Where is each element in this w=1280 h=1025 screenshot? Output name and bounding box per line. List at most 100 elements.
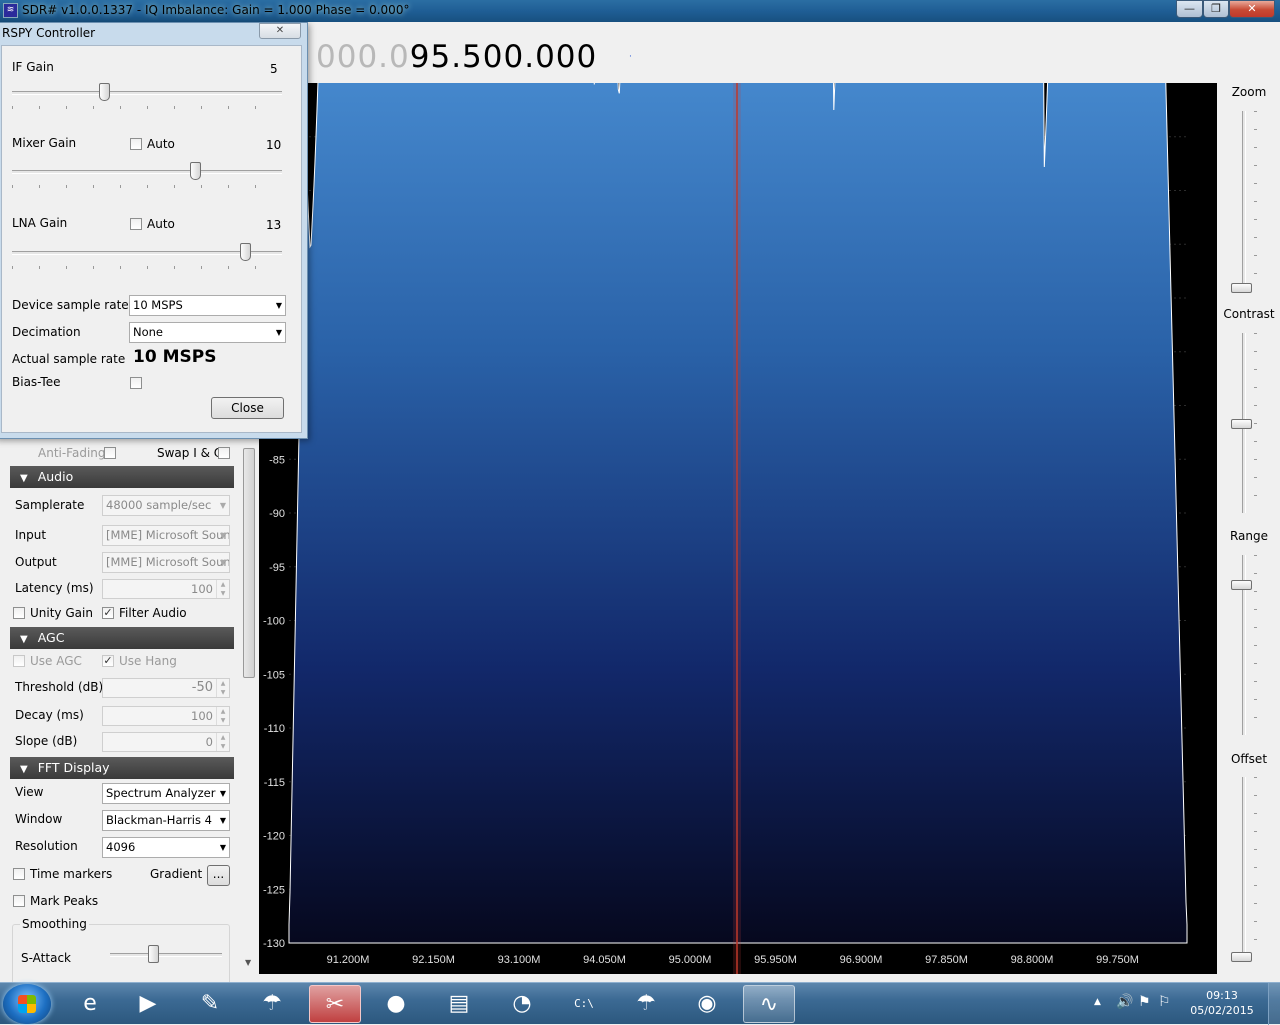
lna-gain-value: 13 [266, 218, 282, 232]
latency-input[interactable]: 100 ▲ ▼ [102, 579, 230, 599]
y-tick-label: -100 [263, 616, 285, 628]
output-device-select[interactable]: [MME] Microsoft Soun ▼ [102, 552, 230, 573]
sdrsharp-icon[interactable]: ∿ [743, 985, 795, 1023]
rspy-close-x-button[interactable]: ✕ [259, 23, 301, 39]
contrast-slider-ticks [1254, 333, 1257, 513]
y-tick-label: -90 [269, 508, 285, 520]
internet-explorer-icon[interactable]: e [64, 985, 116, 1023]
sdr-tool-icon[interactable]: ☂ [246, 985, 298, 1023]
if-gain-slider-track[interactable] [12, 91, 282, 95]
y-tick-label: -120 [263, 831, 285, 843]
paint-icon[interactable]: ✎ [184, 985, 236, 1023]
spinner-arrows-icon[interactable]: ▲ ▼ [216, 733, 229, 751]
window-label: Window [15, 812, 63, 826]
time-markers-checkbox[interactable] [13, 868, 25, 880]
samplerate-select[interactable]: 48000 sample/sec ▼ [102, 495, 230, 516]
use-agc-checkbox[interactable] [13, 655, 25, 667]
flag-icon[interactable]: ⚐ [1158, 994, 1171, 1010]
file-explorer-icon[interactable]: ▤ [433, 985, 485, 1023]
s-attack-slider-track[interactable] [110, 953, 222, 957]
offset-slider-track[interactable] [1242, 777, 1246, 957]
contrast-label: Contrast [1223, 307, 1275, 321]
slope-input[interactable]: 0 ▲ ▼ [102, 732, 230, 752]
agc-section-header[interactable]: ▼ AGC [10, 627, 234, 649]
clock-time: 09:13 [1206, 989, 1238, 1002]
audio-header-label: Audio [37, 469, 74, 484]
decimation-select[interactable]: None ▼ [129, 322, 286, 343]
mark-peaks-checkbox[interactable] [13, 895, 25, 907]
s-attack-slider-thumb[interactable] [148, 945, 159, 963]
frequency-dot-marker: · [629, 52, 632, 62]
tray-expand-icon[interactable]: ▲ [1094, 997, 1101, 1007]
dvd-icon[interactable]: ◉ [681, 985, 733, 1023]
mixer-auto-checkbox[interactable] [130, 138, 142, 150]
input-device-select[interactable]: [MME] Microsoft Soun ▼ [102, 525, 230, 546]
x-tick-label: 98.800M [1011, 954, 1054, 966]
system-clock[interactable]: 09:13 05/02/2015 [1183, 988, 1261, 1018]
audio-section-header[interactable]: ▼ Audio [10, 466, 234, 488]
collapse-triangle-icon: ▼ [20, 764, 28, 775]
y-tick-label: -85 [269, 454, 285, 466]
decay-input[interactable]: 100 ▲ ▼ [102, 706, 230, 726]
zoom-slider-track[interactable] [1242, 111, 1246, 291]
spinner-arrows-icon[interactable]: ▲ ▼ [216, 679, 229, 697]
device-sample-rate-select[interactable]: 10 MSPS ▼ [129, 295, 286, 316]
anti-fading-label: Anti-Fading [38, 446, 106, 460]
command-prompt-icon[interactable]: C:\ [558, 985, 610, 1023]
window-select[interactable]: Blackman-Harris 4 ▼ [102, 810, 230, 831]
mixer-gain-slider-thumb[interactable] [189, 162, 201, 180]
anti-fading-checkbox[interactable] [104, 447, 116, 459]
lna-gain-slider-ticks [12, 266, 282, 269]
network-icon[interactable]: ⚑ [1138, 994, 1151, 1010]
use-hang-checkbox[interactable] [102, 655, 114, 667]
spinner-arrows-icon[interactable]: ▲ ▼ [216, 707, 229, 725]
input-device-value: [MME] Microsoft Soun [106, 528, 230, 542]
mixer-gain-slider-track[interactable] [12, 170, 282, 174]
frequency-leading-digits[interactable]: 000.0 [316, 39, 410, 75]
spectrum-analyzer[interactable]: -55-60-65-70-75-80-85-90-95-100-105-110-… [259, 83, 1217, 974]
volume-icon[interactable]: 🔊 [1116, 994, 1133, 1010]
offset-slider-thumb[interactable] [1231, 952, 1252, 962]
snipping-tool-icon[interactable]: ✂ [309, 985, 361, 1023]
settings-scrollbar[interactable]: ▼ [241, 448, 258, 970]
satellite-dish-icon[interactable]: ☂ [620, 985, 672, 1023]
frequency-value[interactable]: 95.500.000 [410, 39, 598, 75]
frequency-display[interactable]: 000.095.500.000 [316, 39, 597, 75]
range-slider-thumb[interactable] [1231, 580, 1252, 590]
scroll-down-arrow-icon[interactable]: ▼ [245, 958, 251, 967]
actual-sample-rate-label: Actual sample rate [12, 352, 126, 366]
minimize-button[interactable]: — [1176, 0, 1203, 18]
swap-iq-label: Swap I & Q [157, 446, 224, 460]
threshold-input[interactable]: -50 ▲ ▼ [102, 678, 230, 698]
collapse-triangle-icon: ▼ [20, 473, 28, 484]
unity-gain-checkbox[interactable] [13, 607, 25, 619]
windows-logo-icon-lower [18, 1004, 36, 1013]
fft-display-section-header[interactable]: ▼ FFT Display [10, 757, 234, 779]
start-button[interactable] [3, 984, 51, 1024]
decimation-value: None [133, 325, 164, 339]
spectrum-plot[interactable]: -55-60-65-70-75-80-85-90-95-100-105-110-… [259, 83, 1217, 974]
if-gain-slider-thumb[interactable] [99, 83, 111, 101]
show-desktop-button[interactable] [1268, 983, 1280, 1025]
resolution-select[interactable]: 4096 ▼ [102, 837, 230, 858]
spinner-arrows-icon[interactable]: ▲ ▼ [216, 580, 229, 598]
media-player-icon[interactable]: ▶ [122, 985, 174, 1023]
offset-slider-ticks [1254, 777, 1257, 957]
speedometer-icon[interactable]: ◔ [496, 985, 548, 1023]
gradient-button[interactable]: ... [207, 865, 230, 886]
contrast-slider-thumb[interactable] [1231, 419, 1252, 429]
view-select[interactable]: Spectrum Analyzer ▼ [102, 783, 230, 804]
lna-gain-slider-thumb[interactable] [239, 243, 251, 261]
bias-tee-checkbox[interactable] [130, 377, 142, 389]
maximize-button[interactable]: ❐ [1203, 0, 1229, 18]
lna-auto-checkbox[interactable] [130, 218, 142, 230]
filter-audio-checkbox[interactable] [102, 607, 114, 619]
dropdown-arrow-icon: ▼ [219, 501, 226, 510]
scrollbar-thumb[interactable] [243, 448, 255, 678]
zoom-slider-thumb[interactable] [1231, 283, 1252, 293]
rspy-close-button[interactable]: Close [211, 397, 284, 419]
swap-iq-checkbox[interactable] [218, 447, 230, 459]
close-window-button[interactable]: ✕ [1229, 0, 1275, 18]
record-icon[interactable]: ● [370, 985, 422, 1023]
x-tick-label: 93.100M [498, 954, 541, 966]
